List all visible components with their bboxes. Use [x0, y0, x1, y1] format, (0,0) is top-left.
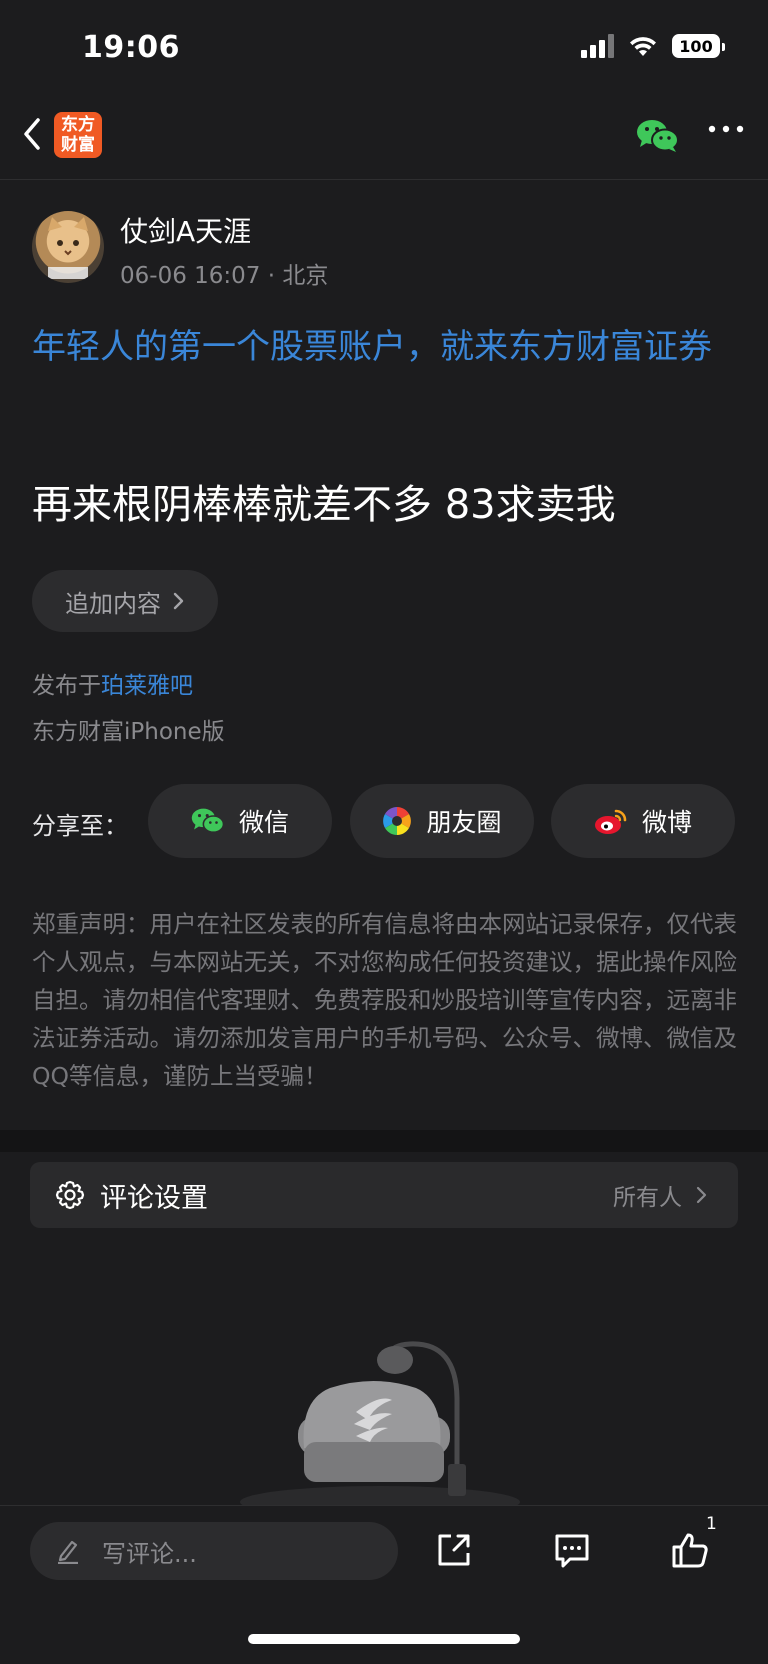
post-location: 北京: [282, 263, 329, 289]
comment-icon[interactable]: [552, 1530, 592, 1570]
pencil-icon: [58, 1540, 78, 1564]
moments-icon: [383, 807, 412, 835]
share-out-icon[interactable]: [434, 1530, 474, 1570]
share-wechat-button[interactable]: 微信: [148, 784, 332, 858]
post-meta: 06-06 16:07 · 北京: [120, 256, 328, 290]
meta-separator: ·: [267, 263, 283, 289]
share-weibo-button[interactable]: 微博: [551, 784, 735, 858]
add-content-button[interactable]: 追加内容: [32, 570, 218, 632]
share-label: 分享至：: [32, 812, 128, 840]
app-logo: 东方 财富: [54, 112, 102, 158]
more-icon[interactable]: [708, 124, 744, 134]
promo-link[interactable]: 年轻人的第一个股票账户，就来东方财富证券: [32, 320, 738, 375]
thumbs-up-icon[interactable]: [670, 1530, 710, 1570]
comment-settings-label: 评论设置: [100, 1182, 208, 1214]
post-content: 再来根阴棒棒就差不多 83求卖我: [32, 482, 616, 528]
home-indicator[interactable]: [248, 1634, 520, 1644]
add-content-label: 追加内容: [65, 589, 161, 618]
published-prefix: 发布于: [32, 673, 101, 699]
share-moments-button[interactable]: 朋友圈: [350, 784, 534, 858]
comment-settings-row[interactable]: 评论设置 所有人: [30, 1162, 738, 1228]
forum-link[interactable]: 珀莱雅吧: [101, 673, 193, 699]
nav-divider: [0, 179, 768, 180]
comment-settings-value: 所有人: [613, 1185, 682, 1211]
post-date: 06-06 16:07: [120, 263, 261, 289]
status-indicators: 100: [581, 34, 725, 58]
author-name[interactable]: 仗剑A天涯: [120, 210, 251, 250]
avatar[interactable]: [32, 211, 104, 283]
wechat-icon[interactable]: [636, 118, 680, 154]
comment-input[interactable]: 写评论...: [30, 1522, 398, 1580]
section-divider: [0, 1130, 768, 1152]
published-in: 发布于珀莱雅吧: [32, 666, 193, 700]
comment-placeholder: 写评论...: [102, 1539, 197, 1568]
back-chevron-icon[interactable]: [18, 114, 48, 154]
cellular-signal-icon: [581, 34, 614, 58]
status-time: 19:06: [82, 30, 180, 65]
like-count: 1: [706, 1514, 717, 1534]
share-moments-label: 朋友圈: [426, 808, 502, 837]
empty-comments-illustration: [240, 1341, 520, 1510]
weibo-icon: [594, 809, 627, 834]
disclaimer: 郑重声明：用户在社区发表的所有信息将由本网站记录保存，仅代表个人观点，与本网站无…: [32, 910, 737, 1090]
battery-icon: 100: [672, 34, 725, 58]
chevron-right-icon: [173, 592, 184, 610]
chevron-right-icon: [696, 1186, 707, 1204]
wifi-icon: [630, 37, 656, 56]
share-wechat-label: 微信: [238, 808, 289, 837]
gear-icon: [55, 1180, 85, 1210]
share-weibo-label: 微博: [641, 808, 692, 837]
wechat-icon: [191, 808, 225, 833]
post-platform: 东方财富iPhone版: [32, 719, 225, 745]
cat-avatar-icon: [48, 217, 88, 279]
